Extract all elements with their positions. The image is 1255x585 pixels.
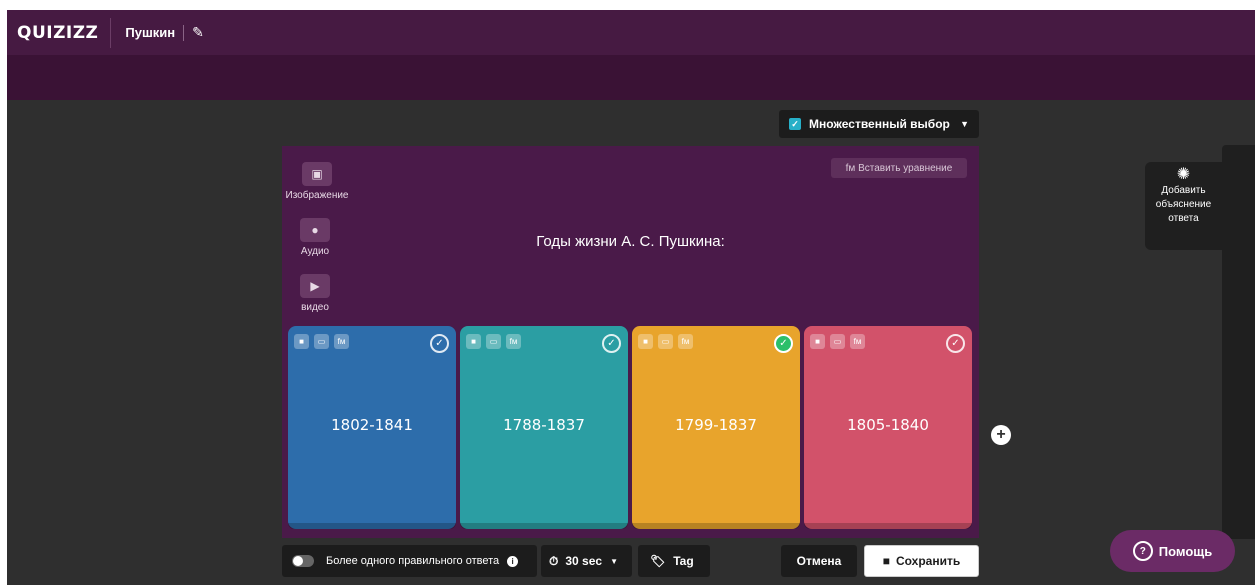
image-icon[interactable]: ▭ (314, 334, 329, 349)
correct-check-icon[interactable]: ✓ (774, 334, 793, 353)
add-answer-button[interactable]: + (991, 425, 1011, 445)
card-bottom-edge (288, 523, 456, 529)
add-image-button[interactable]: ▣ Изображение (282, 156, 352, 204)
answer-text[interactable]: 1805-1840 (804, 416, 972, 434)
top-bar: QUIZIZZ Пушкин ✎ (7, 10, 1255, 55)
answer-text[interactable]: 1799-1837 (632, 416, 800, 434)
mark-correct-icon[interactable]: ✓ (946, 334, 965, 353)
save-label: Сохранить (895, 554, 961, 568)
add-image-label: Изображение (285, 190, 349, 201)
add-video-label: видео (301, 302, 329, 313)
chevron-down-icon: ▼ (960, 119, 969, 129)
answer-text[interactable]: 1802-1841 (288, 416, 456, 434)
explanation-label-line1: Добавить (1161, 185, 1206, 196)
tag-button[interactable]: 🏷 Tag (638, 545, 710, 577)
toggle-knob (293, 556, 303, 566)
answer-card-2[interactable]: ■ ▭ fм ✓ 1788-1837 (460, 326, 628, 529)
cancel-button[interactable]: Отмена (781, 545, 857, 577)
video-icon: ▶ (300, 274, 330, 298)
question-text[interactable]: Годы жизни А. С. Пушкина: (282, 233, 979, 250)
stopwatch-icon: ⏱ (549, 553, 559, 568)
answer-tools: ■ ▭ fм (294, 334, 349, 349)
quizizz-logo[interactable]: QUIZIZZ (17, 23, 98, 43)
image-icon: ▣ (302, 162, 332, 186)
cancel-label: Отмена (796, 554, 842, 568)
quiz-title[interactable]: Пушкин (125, 25, 175, 40)
checkbox-icon: ✓ (789, 118, 801, 130)
text-format-icon[interactable]: ■ (810, 334, 825, 349)
image-icon[interactable]: ▭ (830, 334, 845, 349)
info-icon[interactable]: i (507, 555, 519, 567)
question-type-label: Множественный выбор (809, 117, 950, 131)
explanation-label-line3: ответа (1168, 213, 1199, 224)
toggle-switch[interactable] (292, 555, 314, 567)
tag-label: Tag (673, 554, 694, 568)
image-icon[interactable]: ▭ (486, 334, 501, 349)
card-bottom-edge (632, 523, 800, 529)
multiple-correct-label: Более одного правильного ответа (326, 555, 500, 567)
text-format-icon[interactable]: ■ (466, 334, 481, 349)
equation-icon[interactable]: fм (506, 334, 521, 349)
insert-equation-button[interactable]: fм Вставить уравнение (831, 158, 967, 178)
equation-icon[interactable]: fм (678, 334, 693, 349)
answer-tools: ■ ▭ fм (466, 334, 521, 349)
timer-value: 30 sec (565, 554, 603, 568)
save-button[interactable]: ■ Сохранить (864, 545, 979, 577)
card-bottom-edge (460, 523, 628, 529)
question-type-select[interactable]: ✓ Множественный выбор ▼ (779, 110, 979, 138)
answer-options: ■ ▭ fм ✓ 1802-1841 ■ ▭ fм ✓ 1788-1837 ■ … (288, 326, 973, 532)
lightbulb-icon: ✺ (1176, 166, 1191, 183)
browser-top-strip (0, 0, 1255, 10)
sub-bar (7, 55, 1255, 100)
answer-tools: ■ ▭ fм (810, 334, 865, 349)
equation-icon[interactable]: fм (850, 334, 865, 349)
explanation-label-line2: объяснение (1155, 199, 1212, 210)
help-button[interactable]: ? Помощь (1110, 530, 1235, 572)
answer-tools: ■ ▭ fм (638, 334, 693, 349)
card-bottom-edge (804, 523, 972, 529)
logo-divider (110, 17, 112, 48)
answer-text[interactable]: 1788-1837 (460, 416, 628, 434)
mark-correct-icon[interactable]: ✓ (602, 334, 621, 353)
mark-correct-icon[interactable]: ✓ (430, 334, 449, 353)
add-explanation-button[interactable]: ✺ Добавить объяснение ответа (1145, 162, 1222, 250)
text-format-icon[interactable]: ■ (294, 334, 309, 349)
answer-card-3[interactable]: ■ ▭ fм ✓ 1799-1837 (632, 326, 800, 529)
answer-card-1[interactable]: ■ ▭ fм ✓ 1802-1841 (288, 326, 456, 529)
add-video-button[interactable]: ▶ видео (293, 268, 337, 316)
left-gutter (0, 10, 7, 585)
chevron-down-icon: ▼ (610, 556, 618, 566)
text-format-icon[interactable]: ■ (638, 334, 653, 349)
question-icon: ? (1132, 541, 1153, 561)
title-divider (183, 24, 185, 41)
image-icon[interactable]: ▭ (658, 334, 673, 349)
answer-card-4[interactable]: ■ ▭ fм ✓ 1805-1840 (804, 326, 972, 529)
help-label: Помощь (1158, 543, 1213, 559)
timer-select[interactable]: ⏱ 30 sec ▼ (541, 545, 632, 577)
save-icon: ■ (882, 554, 890, 568)
multiple-correct-toggle[interactable]: Более одного правильного ответа i (282, 545, 537, 577)
right-side-panel (1222, 145, 1255, 539)
tag-icon: 🏷 (650, 554, 666, 568)
pencil-icon[interactable]: ✎ (192, 24, 204, 41)
equation-icon[interactable]: fм (334, 334, 349, 349)
question-editor: ▣ Изображение ● Аудио ▶ видео fм Вставит… (282, 146, 979, 538)
